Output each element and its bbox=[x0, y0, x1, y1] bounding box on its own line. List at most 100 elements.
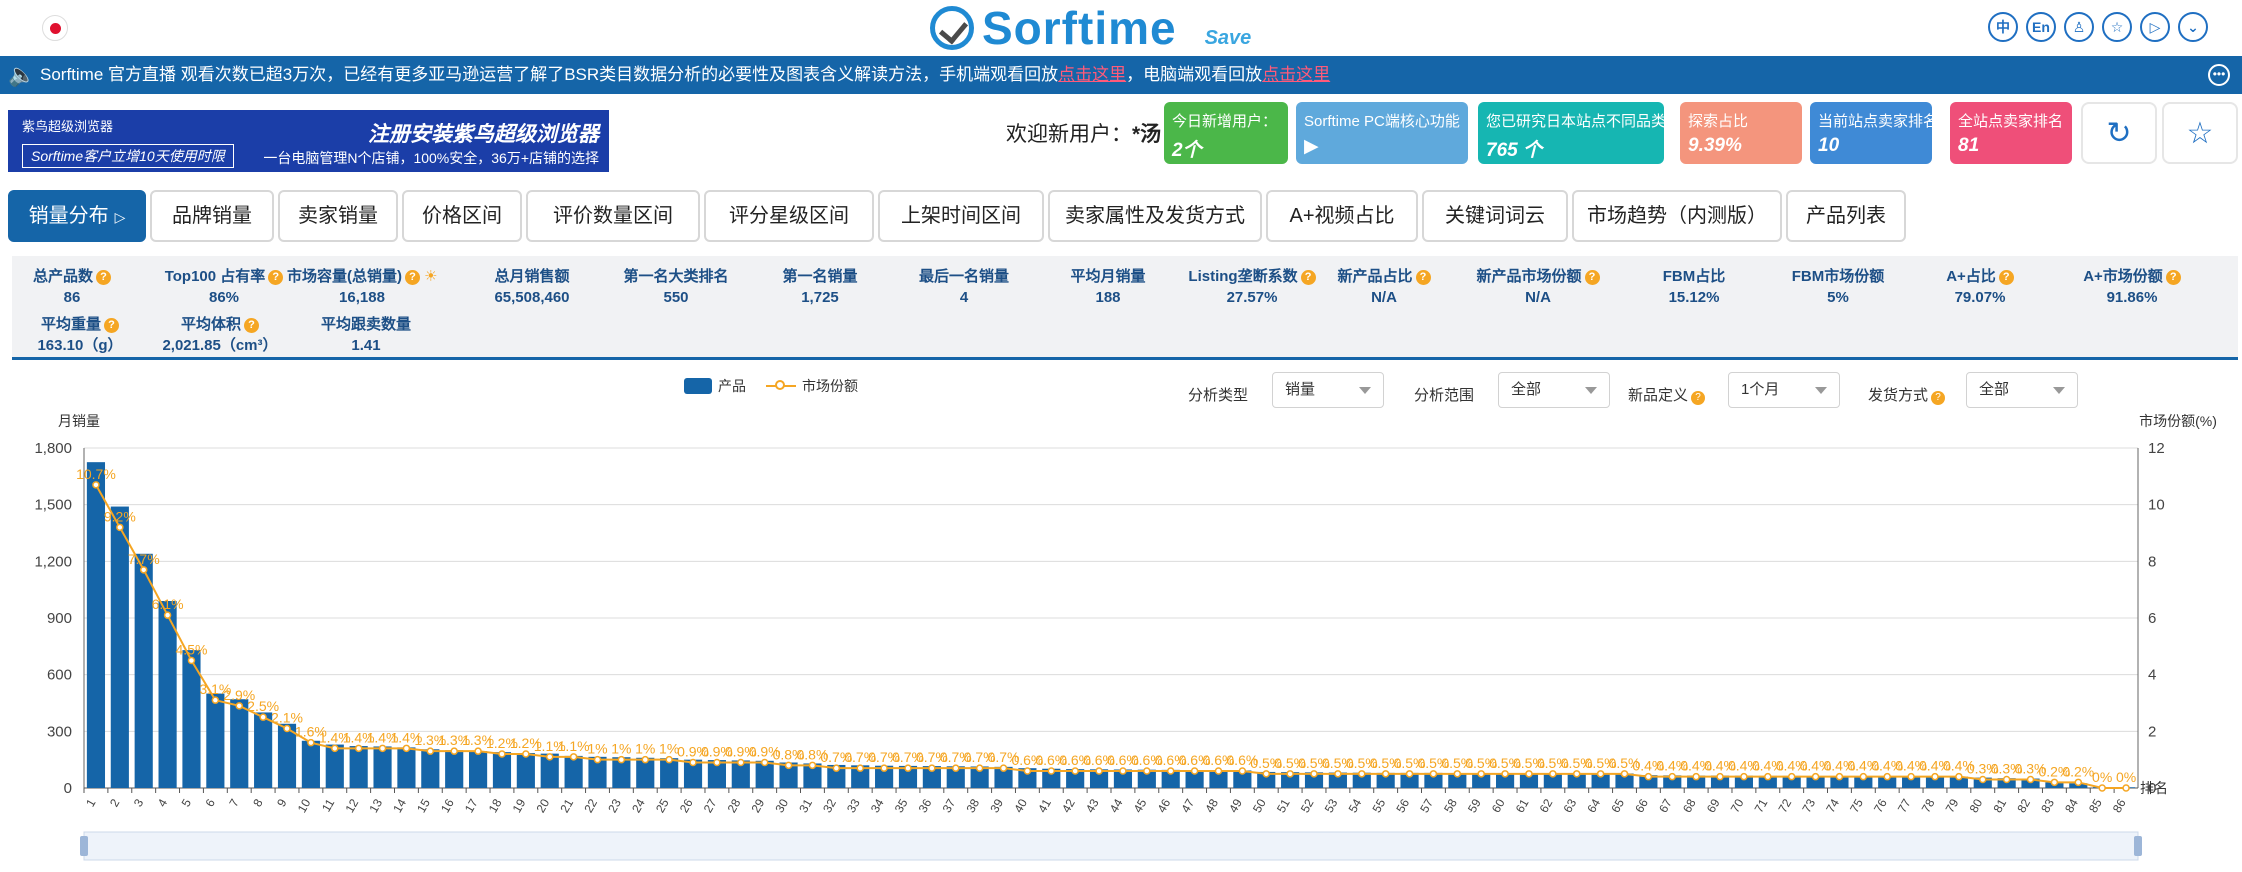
chart-legend[interactable]: 产品 市场份额 bbox=[684, 376, 858, 396]
share-point[interactable] bbox=[402, 744, 411, 753]
share-point[interactable] bbox=[1668, 772, 1677, 781]
notice-link-mobile[interactable]: 点击这里 bbox=[1058, 65, 1126, 84]
ad-banner[interactable]: 紫鸟超级浏览器 Sorftime客户立增10天使用时限 注册安装紫鸟超级浏览器 … bbox=[8, 110, 609, 172]
share-point[interactable] bbox=[1835, 772, 1844, 781]
share-point[interactable] bbox=[1310, 770, 1318, 778]
share-point[interactable] bbox=[1740, 772, 1748, 781]
share-point[interactable] bbox=[1477, 770, 1485, 778]
share-point[interactable] bbox=[1095, 767, 1103, 775]
help-icon[interactable]: ? bbox=[1998, 270, 2014, 285]
video-icon[interactable]: ▷ bbox=[2140, 12, 2170, 42]
share-point[interactable] bbox=[1931, 772, 1939, 781]
bar[interactable] bbox=[230, 699, 249, 788]
bar[interactable] bbox=[86, 462, 106, 788]
share-point[interactable] bbox=[2074, 778, 2083, 787]
share-point[interactable] bbox=[1262, 770, 1270, 778]
tab-10[interactable]: 市场趋势（内测版） bbox=[1572, 190, 1782, 242]
share-point[interactable] bbox=[1787, 772, 1796, 781]
share-point[interactable] bbox=[2122, 784, 2130, 792]
share-point[interactable] bbox=[139, 566, 148, 574]
share-point[interactable] bbox=[1166, 767, 1175, 775]
share-point[interactable] bbox=[975, 764, 984, 772]
stat-card-3[interactable]: 探索占比 9.39% bbox=[1680, 102, 1802, 164]
share-point[interactable] bbox=[2050, 778, 2059, 787]
help-icon[interactable]: ? bbox=[2165, 270, 2181, 285]
share-point[interactable] bbox=[1572, 770, 1581, 778]
share-point[interactable] bbox=[1334, 770, 1342, 778]
share-point[interactable] bbox=[259, 713, 267, 721]
japan-flag-icon[interactable] bbox=[42, 15, 68, 41]
help-icon[interactable]: ? bbox=[1691, 391, 1706, 405]
share-point[interactable] bbox=[1549, 770, 1557, 778]
share-point[interactable] bbox=[283, 724, 291, 733]
bar[interactable] bbox=[349, 746, 368, 788]
tab-2[interactable]: 卖家销量 bbox=[278, 190, 398, 242]
share-point[interactable] bbox=[1190, 767, 1199, 775]
share-point[interactable] bbox=[92, 481, 100, 489]
share-point[interactable] bbox=[426, 747, 435, 755]
share-point[interactable] bbox=[928, 764, 936, 772]
tab-9[interactable]: 关键词词云 bbox=[1422, 190, 1568, 242]
share-point[interactable] bbox=[498, 750, 506, 758]
share-point[interactable] bbox=[713, 758, 721, 767]
tab-5[interactable]: 评分星级区间 bbox=[704, 190, 874, 242]
share-point[interactable] bbox=[1525, 770, 1533, 778]
legend-product[interactable]: 产品 bbox=[718, 376, 746, 396]
sun-icon[interactable]: ☀ bbox=[424, 268, 437, 285]
stat-card-2[interactable]: 您已研究日本站点不同品类 765 个 bbox=[1478, 102, 1666, 164]
help-icon[interactable]: ? bbox=[1584, 270, 1600, 285]
tab-3[interactable]: 价格区间 bbox=[402, 190, 522, 242]
stat-card-1[interactable]: Sorftime PC端核心功能 ▶ bbox=[1296, 102, 1468, 164]
share-point[interactable] bbox=[617, 755, 626, 764]
bar[interactable] bbox=[397, 747, 416, 788]
share-point[interactable] bbox=[354, 744, 363, 753]
help-icon[interactable]: ? bbox=[104, 318, 119, 333]
filter-select-0[interactable]: 销量 bbox=[1272, 372, 1384, 408]
share-point[interactable] bbox=[307, 738, 315, 747]
tab-7[interactable]: 卖家属性及发货方式 bbox=[1048, 190, 1262, 242]
share-point[interactable] bbox=[522, 750, 530, 758]
share-point[interactable] bbox=[1358, 770, 1366, 778]
bar[interactable] bbox=[516, 753, 535, 788]
share-point[interactable] bbox=[1907, 772, 1915, 781]
share-point[interactable] bbox=[641, 755, 650, 764]
help-icon[interactable]: ? bbox=[405, 270, 420, 285]
share-point[interactable] bbox=[856, 764, 864, 772]
share-point[interactable] bbox=[737, 758, 745, 767]
share-point[interactable] bbox=[450, 747, 458, 755]
share-point[interactable] bbox=[1811, 772, 1820, 781]
bar[interactable] bbox=[421, 749, 440, 788]
share-point[interactable] bbox=[569, 753, 578, 761]
share-point[interactable] bbox=[1644, 772, 1653, 781]
bar[interactable] bbox=[445, 750, 464, 788]
share-point[interactable] bbox=[784, 761, 793, 770]
help-icon[interactable]: ? bbox=[268, 270, 284, 285]
filter-select-1[interactable]: 全部 bbox=[1498, 372, 1610, 408]
tab-8[interactable]: A+视频占比 bbox=[1266, 190, 1418, 242]
refresh-button[interactable]: ↻ bbox=[2081, 102, 2157, 164]
share-point[interactable] bbox=[1692, 772, 1700, 781]
tab-0[interactable]: 销量分布 ▷ bbox=[8, 190, 146, 242]
share-point[interactable] bbox=[1429, 770, 1438, 778]
bar[interactable] bbox=[469, 751, 488, 788]
share-point[interactable] bbox=[1381, 770, 1390, 778]
share-point[interactable] bbox=[689, 758, 697, 767]
share-point[interactable] bbox=[1501, 770, 1509, 778]
share-point[interactable] bbox=[832, 764, 841, 772]
share-point[interactable] bbox=[187, 656, 196, 665]
share-point[interactable] bbox=[1286, 770, 1294, 778]
zoom-handle-left[interactable] bbox=[80, 836, 88, 856]
share-point[interactable] bbox=[2002, 775, 2011, 784]
share-point[interactable] bbox=[1238, 767, 1247, 775]
share-point[interactable] bbox=[545, 753, 554, 761]
share-point[interactable] bbox=[2026, 775, 2035, 784]
share-point[interactable] bbox=[904, 764, 912, 772]
share-point[interactable] bbox=[952, 764, 960, 772]
share-point[interactable] bbox=[1979, 775, 1987, 784]
share-point[interactable] bbox=[1764, 772, 1772, 781]
share-point[interactable] bbox=[1143, 767, 1151, 775]
share-point[interactable] bbox=[665, 755, 673, 764]
bar[interactable] bbox=[301, 740, 320, 788]
stat-card-0[interactable]: 今日新增用户： 2个 bbox=[1164, 102, 1288, 164]
help-icon[interactable]: ? bbox=[1931, 391, 1946, 405]
